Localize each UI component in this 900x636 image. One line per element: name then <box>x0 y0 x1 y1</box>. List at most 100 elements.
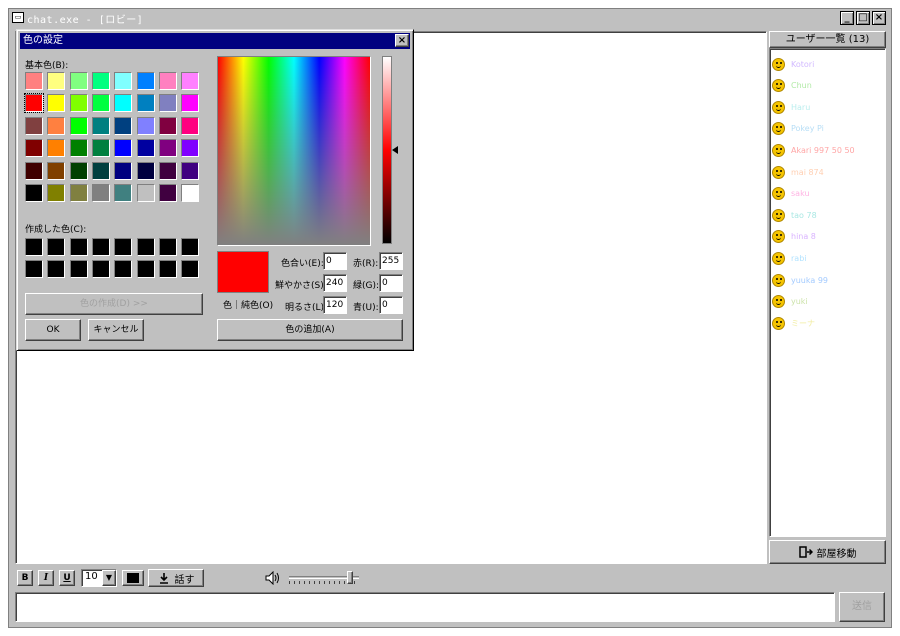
minimize-button[interactable]: _ <box>840 11 854 25</box>
basic-color-swatch[interactable] <box>91 116 110 135</box>
define-custom-colors-button[interactable]: 色の作成(D) >> <box>25 293 203 315</box>
basic-color-swatch[interactable] <box>69 139 88 158</box>
custom-color-swatch[interactable] <box>181 260 200 278</box>
user-list-item[interactable]: yuki <box>772 292 808 312</box>
basic-color-swatch[interactable] <box>47 139 66 158</box>
custom-color-swatch[interactable] <box>158 238 177 256</box>
user-list-item[interactable]: yuuka 99 <box>772 270 828 290</box>
user-list-item[interactable]: Chun <box>772 76 812 96</box>
basic-color-swatch[interactable] <box>158 72 177 90</box>
custom-color-swatch[interactable] <box>47 238 66 256</box>
basic-color-swatch[interactable] <box>136 139 155 158</box>
basic-color-swatch[interactable] <box>114 161 133 180</box>
dialog-title[interactable]: 色の設定 <box>20 33 410 49</box>
message-input[interactable] <box>15 592 835 622</box>
user-list-header[interactable]: ユーザー一覧 (13) <box>769 31 886 48</box>
basic-color-swatch[interactable] <box>136 161 155 180</box>
dialog-close-button[interactable]: × <box>395 34 409 47</box>
chevron-down-icon[interactable]: ▼ <box>102 570 116 586</box>
basic-color-swatch[interactable] <box>114 116 133 135</box>
custom-color-swatch[interactable] <box>69 260 88 278</box>
basic-color-swatch[interactable] <box>136 116 155 135</box>
bold-button[interactable]: B <box>17 570 33 586</box>
custom-color-swatch[interactable] <box>69 238 88 256</box>
basic-color-swatch[interactable] <box>69 161 88 180</box>
basic-color-swatch[interactable] <box>181 139 200 158</box>
green-field[interactable]: 0 <box>379 274 403 292</box>
custom-color-swatch[interactable] <box>181 238 200 256</box>
basic-color-swatch[interactable] <box>69 184 88 202</box>
custom-color-swatch[interactable] <box>47 260 66 278</box>
volume-thumb[interactable] <box>346 571 353 584</box>
speaker-icon[interactable] <box>265 571 281 585</box>
font-size-select[interactable]: 10 ▼ <box>81 569 117 587</box>
basic-color-swatch[interactable] <box>47 161 66 180</box>
title-bar[interactable]: ▭ chat.exe - [ロビー] _ □ × <box>9 9 891 28</box>
basic-color-swatch[interactable] <box>47 72 66 90</box>
luminance-field[interactable]: 120 <box>323 296 347 314</box>
user-list-item[interactable]: Pokey Pi <box>772 119 824 139</box>
user-list-item[interactable]: saku <box>772 184 810 204</box>
underline-button[interactable]: U <box>59 570 75 586</box>
basic-color-swatch[interactable] <box>114 139 133 158</box>
maximize-button[interactable]: □ <box>856 11 870 25</box>
basic-color-swatch[interactable] <box>136 184 155 202</box>
add-custom-color-button[interactable]: 色の追加(A) <box>217 319 403 341</box>
basic-color-swatch[interactable] <box>114 184 133 202</box>
basic-color-swatch[interactable] <box>91 161 110 180</box>
user-list[interactable]: Kotori Chun Haru Pokey Pi Akari 997 50 50 mai… <box>769 48 886 537</box>
custom-color-swatch[interactable] <box>91 238 110 256</box>
custom-color-swatch[interactable] <box>114 238 133 256</box>
volume-slider[interactable] <box>289 571 359 585</box>
basic-color-swatch[interactable] <box>25 72 43 90</box>
ok-button[interactable]: OK <box>25 319 81 341</box>
basic-color-swatch[interactable] <box>25 116 43 135</box>
luminance-bar[interactable] <box>382 56 392 244</box>
basic-color-swatch[interactable] <box>47 94 66 113</box>
send-button[interactable]: 送信 <box>839 592 885 622</box>
close-button[interactable]: × <box>872 11 886 25</box>
basic-color-swatch[interactable] <box>158 94 177 113</box>
basic-color-swatch[interactable] <box>114 94 133 113</box>
hue-field[interactable]: 0 <box>323 252 347 270</box>
basic-color-swatch[interactable] <box>24 93 44 114</box>
basic-color-swatch[interactable] <box>181 94 200 113</box>
luminance-arrow-icon[interactable] <box>392 146 398 154</box>
blue-field[interactable]: 0 <box>379 296 403 314</box>
user-list-item[interactable]: Akari 997 50 50 <box>772 140 855 160</box>
custom-color-swatch[interactable] <box>25 238 43 256</box>
basic-color-swatch[interactable] <box>69 72 88 90</box>
basic-color-swatch[interactable] <box>91 94 110 113</box>
user-list-item[interactable]: mai 874 <box>772 162 824 182</box>
basic-color-swatch[interactable] <box>158 139 177 158</box>
italic-button[interactable]: I <box>38 570 54 586</box>
saturation-field[interactable]: 240 <box>323 274 347 292</box>
basic-color-swatch[interactable] <box>91 72 110 90</box>
user-list-item[interactable]: Haru <box>772 97 810 117</box>
speak-button[interactable]: 話す <box>148 569 204 587</box>
color-spectrum[interactable] <box>217 56 371 246</box>
user-list-item[interactable]: Kotori <box>772 54 814 74</box>
basic-color-swatch[interactable] <box>136 94 155 113</box>
basic-color-swatch[interactable] <box>181 116 200 135</box>
custom-color-swatch[interactable] <box>91 260 110 278</box>
basic-color-swatch[interactable] <box>47 184 66 202</box>
user-list-item[interactable]: hina 8 <box>772 227 816 247</box>
basic-color-swatch[interactable] <box>181 184 200 202</box>
basic-color-swatch[interactable] <box>69 94 88 113</box>
user-list-item[interactable]: tao 78 <box>772 205 817 225</box>
text-color-button[interactable] <box>122 570 144 586</box>
basic-color-swatch[interactable] <box>158 161 177 180</box>
custom-color-swatch[interactable] <box>158 260 177 278</box>
basic-color-swatch[interactable] <box>47 116 66 135</box>
basic-color-swatch[interactable] <box>158 184 177 202</box>
custom-color-swatch[interactable] <box>136 238 155 256</box>
custom-color-swatch[interactable] <box>136 260 155 278</box>
basic-color-swatch[interactable] <box>91 139 110 158</box>
basic-color-swatch[interactable] <box>114 72 133 90</box>
basic-color-swatch[interactable] <box>91 184 110 202</box>
basic-color-swatch[interactable] <box>136 72 155 90</box>
basic-color-swatch[interactable] <box>25 161 43 180</box>
basic-color-swatch[interactable] <box>25 139 43 158</box>
basic-color-swatch[interactable] <box>181 161 200 180</box>
